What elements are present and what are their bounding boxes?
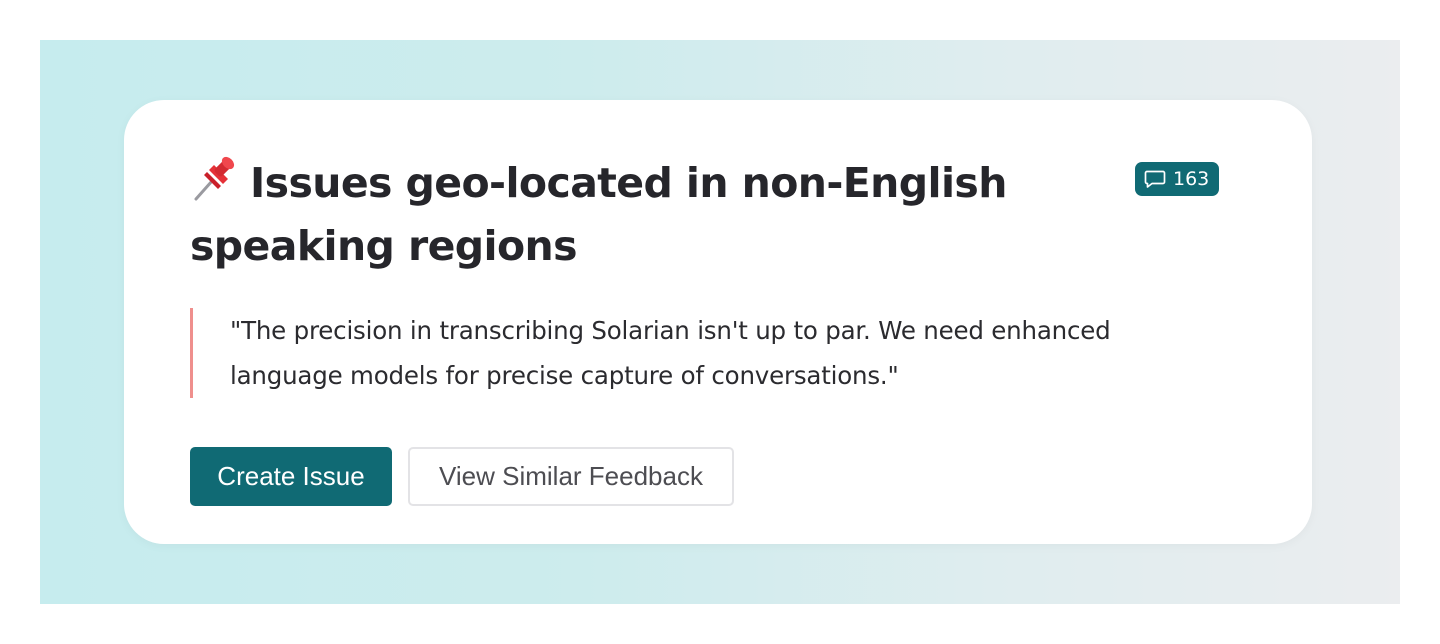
backdrop: Issues geo-located in non-English speaki… — [40, 40, 1400, 604]
feedback-quote: "The precision in transcribing Solarian … — [190, 308, 1230, 398]
card-header: Issues geo-located in non-English speaki… — [190, 152, 1220, 278]
feedback-quote-text: "The precision in transcribing Solarian … — [230, 316, 1111, 390]
create-issue-button[interactable]: Create Issue — [190, 447, 392, 506]
comment-count: 163 — [1173, 168, 1210, 190]
comment-icon — [1144, 170, 1166, 188]
pushpin-icon — [194, 156, 235, 201]
comment-count-badge[interactable]: 163 — [1135, 162, 1220, 196]
view-similar-feedback-button[interactable]: View Similar Feedback — [408, 447, 734, 506]
card-title: Issues geo-located in non-English speaki… — [190, 159, 1007, 270]
card-title-heading: Issues geo-located in non-English speaki… — [190, 152, 1090, 278]
card-actions: Create Issue View Similar Feedback — [190, 447, 734, 506]
insight-card: Issues geo-located in non-English speaki… — [124, 100, 1312, 544]
